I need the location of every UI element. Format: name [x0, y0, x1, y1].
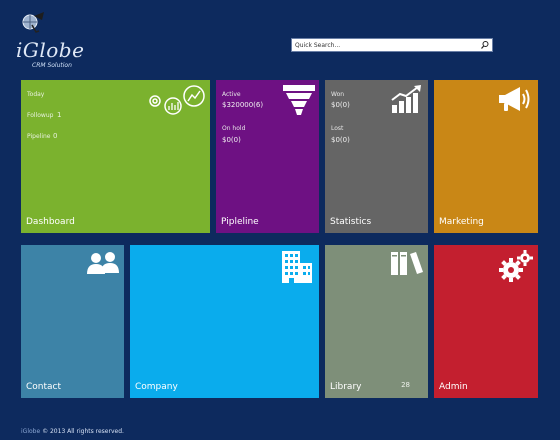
won-label: Won	[331, 91, 345, 98]
tile-statistics[interactable]: Won $0(0) Lost $0(0) Statistics	[325, 80, 428, 233]
active-value: $320000(6)	[222, 101, 264, 109]
tile-library[interactable]: 28 Library	[325, 245, 428, 398]
tile-contact[interactable]: Contact	[21, 245, 124, 398]
onhold-value: $0(0)	[222, 136, 241, 144]
lost-label: Lost	[331, 125, 344, 132]
pipeline-title: Pipleline	[221, 217, 259, 227]
gears-icon	[499, 250, 533, 282]
footer: iGlobe © 2013 All rights reserved.	[21, 428, 124, 435]
dashboard-icon	[149, 85, 205, 115]
pipeline-count: 0	[53, 132, 58, 140]
tile-marketing[interactable]: Marketing	[434, 80, 538, 233]
building-icon	[282, 251, 312, 283]
marketing-title: Marketing	[439, 217, 484, 227]
dashboard-title: Dashboard	[26, 217, 75, 227]
tile-admin[interactable]: Admin	[434, 245, 538, 398]
search-input[interactable]	[292, 39, 475, 51]
followup-count: 1	[57, 111, 62, 119]
library-count: 28	[401, 381, 410, 389]
megaphone-icon	[499, 87, 530, 111]
tile-dashboard[interactable]: Today Followup 1 Pipeline 0 Dashboard	[21, 80, 210, 233]
onhold-label: On hold	[222, 125, 246, 132]
people-icon	[87, 252, 119, 274]
pipeline-label: Pipeline	[27, 133, 51, 140]
quick-search[interactable]	[291, 38, 493, 52]
statistics-title: Statistics	[330, 217, 372, 227]
tile-company[interactable]: Company	[130, 245, 319, 398]
globe-icon	[22, 12, 44, 33]
admin-title: Admin	[439, 382, 468, 392]
company-title: Company	[135, 382, 178, 392]
brand-tagline: CRM Solution	[32, 62, 72, 69]
footer-brand: iGlobe	[21, 428, 41, 435]
bar-chart-icon	[391, 85, 421, 113]
app-logo[interactable]: iGlobe CRM Solution	[14, 8, 104, 69]
books-icon	[391, 252, 423, 275]
followup-label: Followup	[27, 112, 54, 119]
library-title: Library	[330, 382, 362, 392]
footer-copyright: © 2013 All rights reserved.	[42, 428, 124, 435]
won-value: $0(0)	[331, 101, 350, 109]
active-label: Active	[222, 91, 241, 98]
funnel-icon	[283, 85, 315, 115]
search-icon[interactable]	[480, 40, 490, 50]
lost-value: $0(0)	[331, 136, 350, 144]
brand-name: iGlobe	[16, 38, 85, 62]
today-label: Today	[27, 91, 45, 98]
contact-title: Contact	[26, 382, 62, 392]
tile-pipeline[interactable]: Active $320000(6) On hold $0(0) Piplelin…	[216, 80, 319, 233]
